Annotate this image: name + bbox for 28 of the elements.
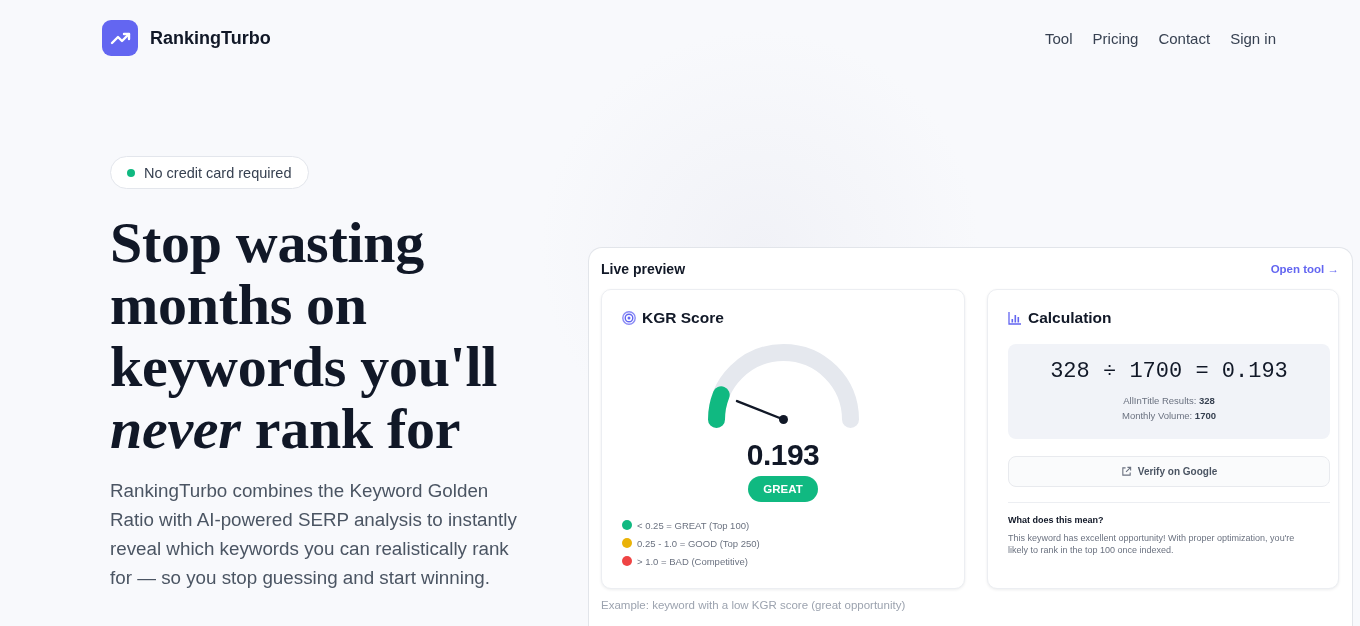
hero-description: RankingTurbo combines the Keyword Golden Ratio with AI-powered SERP analysis to instantly reveal which keywords you can realistically rank for — so you stop guessing and start winning. bbox=[110, 479, 518, 590]
hero-headline: Stop wasting months on keywords you'll never rank for bbox=[110, 212, 499, 460]
detail-text: Monthly Volume: 1700 bbox=[1122, 409, 1216, 423]
preview-caption: Example: keyword with a low KGR score (great opportunity) bbox=[601, 599, 907, 611]
card-title: KGR Score bbox=[642, 309, 724, 327]
score-value: 0.193 bbox=[746, 437, 820, 473]
bar-chart-icon bbox=[1008, 311, 1022, 325]
target-icon bbox=[622, 311, 636, 325]
verify-button[interactable]: Verify on Google bbox=[1008, 456, 1330, 487]
nav-link[interactable]: Sign in bbox=[1230, 29, 1276, 47]
rating-badge: GREAT bbox=[748, 476, 818, 502]
detail-text: AllInTitle Results: 328 bbox=[1123, 394, 1215, 408]
formula-text: 328 ÷ 1700 = 0.193 bbox=[1050, 358, 1288, 386]
nav-link[interactable]: Tool bbox=[1045, 29, 1073, 47]
nav-link[interactable]: Contact bbox=[1158, 29, 1211, 47]
card-title: Calculation bbox=[1028, 309, 1112, 327]
preview-title: Live preview bbox=[601, 260, 686, 277]
brand-name: RankingTurbo bbox=[150, 27, 271, 49]
external-link-icon bbox=[1120, 466, 1132, 477]
nav-link[interactable]: Pricing bbox=[1092, 29, 1139, 47]
explanation-text: This keyword has excellent opportunity! With proper optimization, you're likely to rank in the top 100 once indexed. bbox=[1008, 532, 1296, 556]
legend-label: 0.25 - 1.0 = GOOD (Top 250) bbox=[637, 537, 760, 549]
legend-label: > 1.0 = BAD (Competitive) bbox=[637, 555, 748, 567]
status-dot-icon bbox=[127, 168, 135, 177]
legend-label: < 0.25 = GREAT (Top 100) bbox=[637, 519, 750, 531]
open-tool-link[interactable]: Open tool → bbox=[1270, 262, 1339, 275]
explanation-title: What does this mean? bbox=[1008, 514, 1105, 526]
badge-text: No credit card required bbox=[144, 164, 292, 181]
